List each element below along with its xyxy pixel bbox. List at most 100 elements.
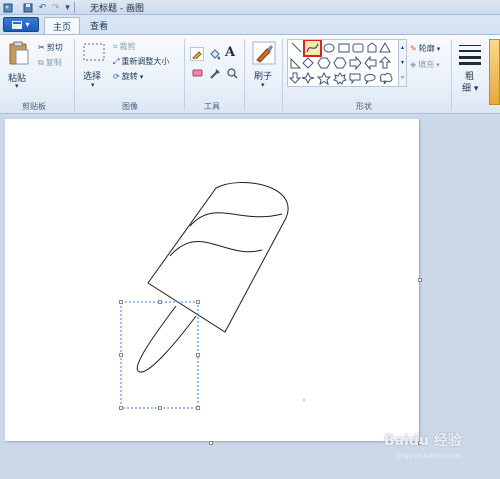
text-tool-icon[interactable]: A xyxy=(225,45,235,60)
color-1-swatch[interactable] xyxy=(489,39,500,105)
up-arrow-shape-icon[interactable] xyxy=(378,56,392,69)
outline-button[interactable]: ✎ 轮廓 ▾ xyxy=(410,43,440,54)
redo-icon[interactable]: ↷ xyxy=(50,2,61,13)
six-point-star-shape-icon[interactable] xyxy=(333,72,347,85)
tab-view[interactable]: 查看 xyxy=(82,17,116,34)
save-icon[interactable] xyxy=(22,2,33,13)
brush-icon xyxy=(252,41,276,65)
selection-handle-top-right[interactable] xyxy=(196,300,200,304)
rounded-rectangle-shape-icon[interactable] xyxy=(352,43,364,53)
crop-button[interactable]: ⌗ 裁剪 xyxy=(113,41,136,52)
window-title: 无标题 - 画图 xyxy=(90,4,144,14)
oval-callout-shape-icon[interactable] xyxy=(364,73,376,85)
pencil-icon[interactable] xyxy=(190,47,204,61)
line-shape-icon[interactable] xyxy=(291,42,302,53)
shapes-gallery-scroll[interactable]: ▴ ▾ ▿ xyxy=(399,39,407,87)
file-menu-button[interactable]: ▾ xyxy=(3,17,39,32)
selection-handle-bottom-left[interactable] xyxy=(119,406,123,410)
file-menu-icon xyxy=(12,20,23,29)
brushes-button[interactable]: 刷子 ▾ xyxy=(249,39,279,95)
selection-handle-top-left[interactable] xyxy=(119,300,123,304)
cut-label: 剪切 xyxy=(46,43,63,52)
group-label-tools: 工具 xyxy=(204,102,220,111)
ribbon: 粘贴 ▾ ✂ 剪切 ⧉ 复制 剪贴板 选择 ▾ ⌗ 裁剪 ⤢ 重新调整大小 ⟳ … xyxy=(0,34,500,114)
copy-button[interactable]: ⧉ 复制 xyxy=(38,57,62,68)
undo-icon[interactable]: ↶ xyxy=(37,2,48,13)
tab-home[interactable]: 主页 xyxy=(44,17,81,34)
outline-dropdown-icon: ▾ xyxy=(436,44,441,53)
brushes-dropdown-icon: ▾ xyxy=(261,81,265,89)
group-divider xyxy=(282,39,283,111)
left-arrow-shape-icon[interactable] xyxy=(364,55,377,71)
paste-button[interactable]: 粘贴 ▾ xyxy=(6,39,32,95)
select-dropdown-icon: ▾ xyxy=(91,81,95,89)
stick-outline xyxy=(136,305,197,373)
diamond-shape-icon[interactable] xyxy=(302,57,314,69)
watermark-url: jingyan.baidu.com xyxy=(396,452,461,460)
fill-bucket-icon[interactable] xyxy=(207,47,221,61)
right-triangle-shape-icon[interactable] xyxy=(290,57,302,69)
size-label-2-text: 细 xyxy=(462,84,472,94)
group-label-image: 图像 xyxy=(122,102,138,111)
rotate-label: 旋转 xyxy=(121,72,138,81)
down-arrow-shape-icon[interactable] xyxy=(288,72,302,84)
resize-button[interactable]: ⤢ 重新调整大小 xyxy=(113,56,169,67)
right-arrow-shape-icon[interactable] xyxy=(349,55,362,71)
resize-label: 重新调整大小 xyxy=(121,57,170,66)
scissors-icon: ✂ xyxy=(38,43,45,52)
cut-button[interactable]: ✂ 剪切 xyxy=(38,42,63,53)
rocket-body-outline xyxy=(147,182,289,333)
group-divider xyxy=(74,39,75,111)
polygon-shape-icon[interactable] xyxy=(367,42,377,53)
group-label-shapes: 形状 xyxy=(356,102,372,111)
shapes-gallery xyxy=(287,39,399,87)
rotate-icon: ⟳ xyxy=(113,72,120,81)
fill-button[interactable]: ◈ 填充 ▾ xyxy=(410,59,440,70)
fill-label: 填充 xyxy=(418,60,435,69)
selection-rectangle[interactable] xyxy=(120,301,199,409)
magnifier-icon[interactable] xyxy=(225,66,239,80)
pentagon-shape-icon[interactable] xyxy=(317,57,331,69)
size-button[interactable]: 粗 细 ▾ xyxy=(456,39,484,99)
fill-dropdown-icon: ▾ xyxy=(436,60,440,69)
selection-handle-bottom[interactable] xyxy=(158,406,162,410)
color-picker-icon[interactable] xyxy=(207,66,221,80)
cloud-callout-shape-icon[interactable] xyxy=(379,73,393,85)
rect-callout-shape-icon[interactable] xyxy=(349,73,361,85)
title-bar: ↶ ↷ ▾ 无标题 - 画图 xyxy=(0,0,500,15)
rotate-button[interactable]: ⟳ 旋转 ▾ xyxy=(113,71,143,82)
select-button[interactable]: 选择 ▾ xyxy=(80,39,108,95)
five-point-star-shape-icon[interactable] xyxy=(316,71,332,86)
triangle-shape-icon[interactable] xyxy=(379,41,391,53)
rocket-stripe-1 xyxy=(189,212,283,227)
selection-handle-bottom-right[interactable] xyxy=(196,406,200,410)
paste-dropdown-icon: ▾ xyxy=(15,82,19,90)
copy-icon: ⧉ xyxy=(38,57,44,67)
group-divider xyxy=(184,39,185,111)
fill-icon: ◈ xyxy=(410,60,417,69)
crop-icon: ⌗ xyxy=(113,41,118,51)
size-label-2: 细 ▾ xyxy=(462,84,479,94)
customize-qat-icon[interactable]: ▾ xyxy=(62,2,73,13)
watermark-logo: Baidu 经验 xyxy=(384,433,462,449)
line-size-icon xyxy=(459,45,481,65)
rectangle-shape-icon[interactable] xyxy=(338,43,350,53)
crop-label: 裁剪 xyxy=(119,42,136,51)
selection-handle-right[interactable] xyxy=(196,353,200,357)
outline-label: 轮廓 xyxy=(418,44,435,53)
selection-handle-top[interactable] xyxy=(158,300,162,304)
group-label-clipboard: 剪贴板 xyxy=(22,102,46,111)
eraser-icon[interactable] xyxy=(190,66,204,80)
oval-shape-icon[interactable] xyxy=(323,43,335,53)
file-menu-arrow: ▾ xyxy=(25,20,30,29)
paint-app-icon[interactable] xyxy=(2,2,13,13)
canvas-resize-handle-bottom[interactable] xyxy=(209,441,213,445)
selection-handle-left[interactable] xyxy=(119,353,123,357)
rotate-dropdown-icon: ▾ xyxy=(139,72,144,81)
group-divider xyxy=(244,39,245,111)
divider xyxy=(74,2,75,13)
four-point-star-shape-icon[interactable] xyxy=(301,71,315,85)
clipboard-icon xyxy=(9,41,29,65)
select-rect-icon xyxy=(83,43,105,61)
hexagon-shape-icon[interactable] xyxy=(333,57,347,69)
